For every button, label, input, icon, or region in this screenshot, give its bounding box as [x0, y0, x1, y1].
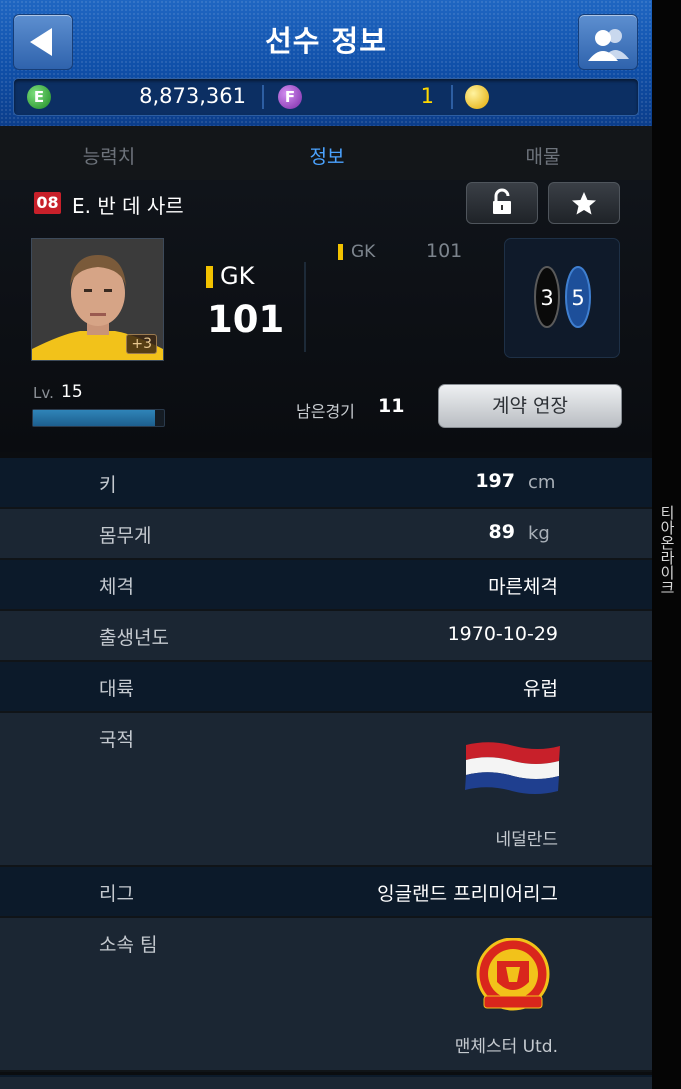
weight-label: 몸무게	[99, 525, 152, 547]
continent-value: 유럽	[523, 678, 558, 700]
level-progress-bar	[32, 409, 165, 427]
position-marker	[206, 266, 213, 288]
tab-stats[interactable]: 능력치	[34, 142, 184, 169]
league-value: 잉글랜드 프리미어리그	[377, 883, 558, 905]
header: 선수 정보 E 8,873,361 F 1	[0, 0, 652, 126]
club-crest-icon	[476, 938, 550, 1011]
watermark: 티아온라이크	[658, 505, 676, 595]
left-foot-value: 3	[540, 286, 553, 310]
club-label: 소속 팀	[99, 934, 158, 956]
weight-unit: kg	[528, 523, 550, 544]
height-unit: cm	[528, 472, 556, 493]
contract-extend-button[interactable]: 계약 연장	[438, 384, 622, 428]
friends-icon	[588, 29, 629, 61]
info-row-continent: 대륙 유럽	[0, 662, 652, 713]
favorite-button[interactable]	[548, 182, 620, 224]
level-value: 15	[61, 382, 83, 402]
player-card: 08 E. 반 데 사르 +3 GK 101 GK 101 3 5 Lv. 15…	[0, 180, 652, 452]
season-badge: 08	[34, 192, 61, 214]
bottom-edge	[0, 1075, 652, 1089]
body-type-value: 마른체격	[488, 576, 558, 598]
netherlands-flag-icon	[465, 742, 560, 794]
info-list: 키 197 cm 몸무게 89 kg 체격 마른체격 출생년도 1970-10-…	[0, 458, 652, 1072]
nationality-value: 네덜란드	[495, 830, 558, 850]
page-title: 선수 정보	[265, 24, 387, 58]
position: GK	[220, 262, 255, 290]
star-icon	[572, 192, 596, 215]
f-point-value: 1	[420, 84, 434, 108]
level-label: Lv.	[33, 384, 54, 402]
divider	[304, 262, 306, 352]
feet-icon: 3 5	[534, 266, 591, 328]
info-row-height: 키 197 cm	[0, 458, 652, 509]
birth-label: 출생년도	[99, 627, 169, 649]
lock-button[interactable]	[466, 182, 538, 224]
upgrade-badge: +3	[126, 334, 157, 354]
remaining-games-value: 11	[378, 395, 405, 417]
tab-bar: 능력치 정보 매물	[0, 126, 652, 181]
remaining-games-label: 남은경기	[296, 402, 355, 421]
info-row-body-type: 체격 마른체격	[0, 560, 652, 611]
info-row-weight: 몸무게 89 kg	[0, 509, 652, 560]
player-photo: +3	[31, 238, 164, 361]
continent-label: 대륙	[99, 678, 134, 700]
f-point-icon: F	[278, 85, 302, 109]
secondary-overall: 101	[426, 240, 463, 262]
overall-rating: 101	[207, 298, 285, 341]
tab-info[interactable]: 정보	[252, 142, 402, 169]
unlock-icon	[493, 188, 511, 214]
currency-divider	[262, 85, 264, 109]
secondary-position: GK	[351, 242, 376, 262]
nationality-label: 국적	[99, 729, 134, 751]
weight-value: 89	[488, 521, 515, 543]
preferred-foot-panel: 3 5	[504, 238, 620, 358]
height-label: 키	[99, 474, 117, 496]
right-foot-value: 5	[571, 286, 584, 310]
info-row-nationality: 국적 네덜란드	[0, 713, 652, 867]
info-row-birth: 출생년도 1970-10-29	[0, 611, 652, 662]
currency-divider	[451, 85, 453, 109]
body-type-label: 체격	[99, 576, 134, 598]
height-value: 197	[475, 470, 515, 492]
info-row-league: 리그 잉글랜드 프리미어리그	[0, 867, 652, 918]
currency-bar: E 8,873,361 F 1	[13, 78, 639, 116]
level-progress-fill	[33, 410, 155, 426]
secondary-position-marker	[338, 244, 343, 260]
club-value: 맨체스터 Utd.	[454, 1037, 558, 1057]
ball-coin-icon	[465, 85, 489, 109]
info-row-club: 소속 팀 맨체스터 Utd.	[0, 918, 652, 1072]
tab-market[interactable]: 매물	[468, 142, 618, 169]
player-name: E. 반 데 사르	[72, 194, 184, 218]
e-point-value: 8,873,361	[139, 84, 246, 108]
friends-button[interactable]	[578, 14, 638, 70]
birth-value: 1970-10-29	[447, 623, 558, 645]
e-point-icon: E	[27, 85, 51, 109]
app-screen: 선수 정보 E 8,873,361 F 1 능력치 정보 매물 08 E. 반 …	[0, 0, 652, 1089]
league-label: 리그	[99, 883, 134, 905]
